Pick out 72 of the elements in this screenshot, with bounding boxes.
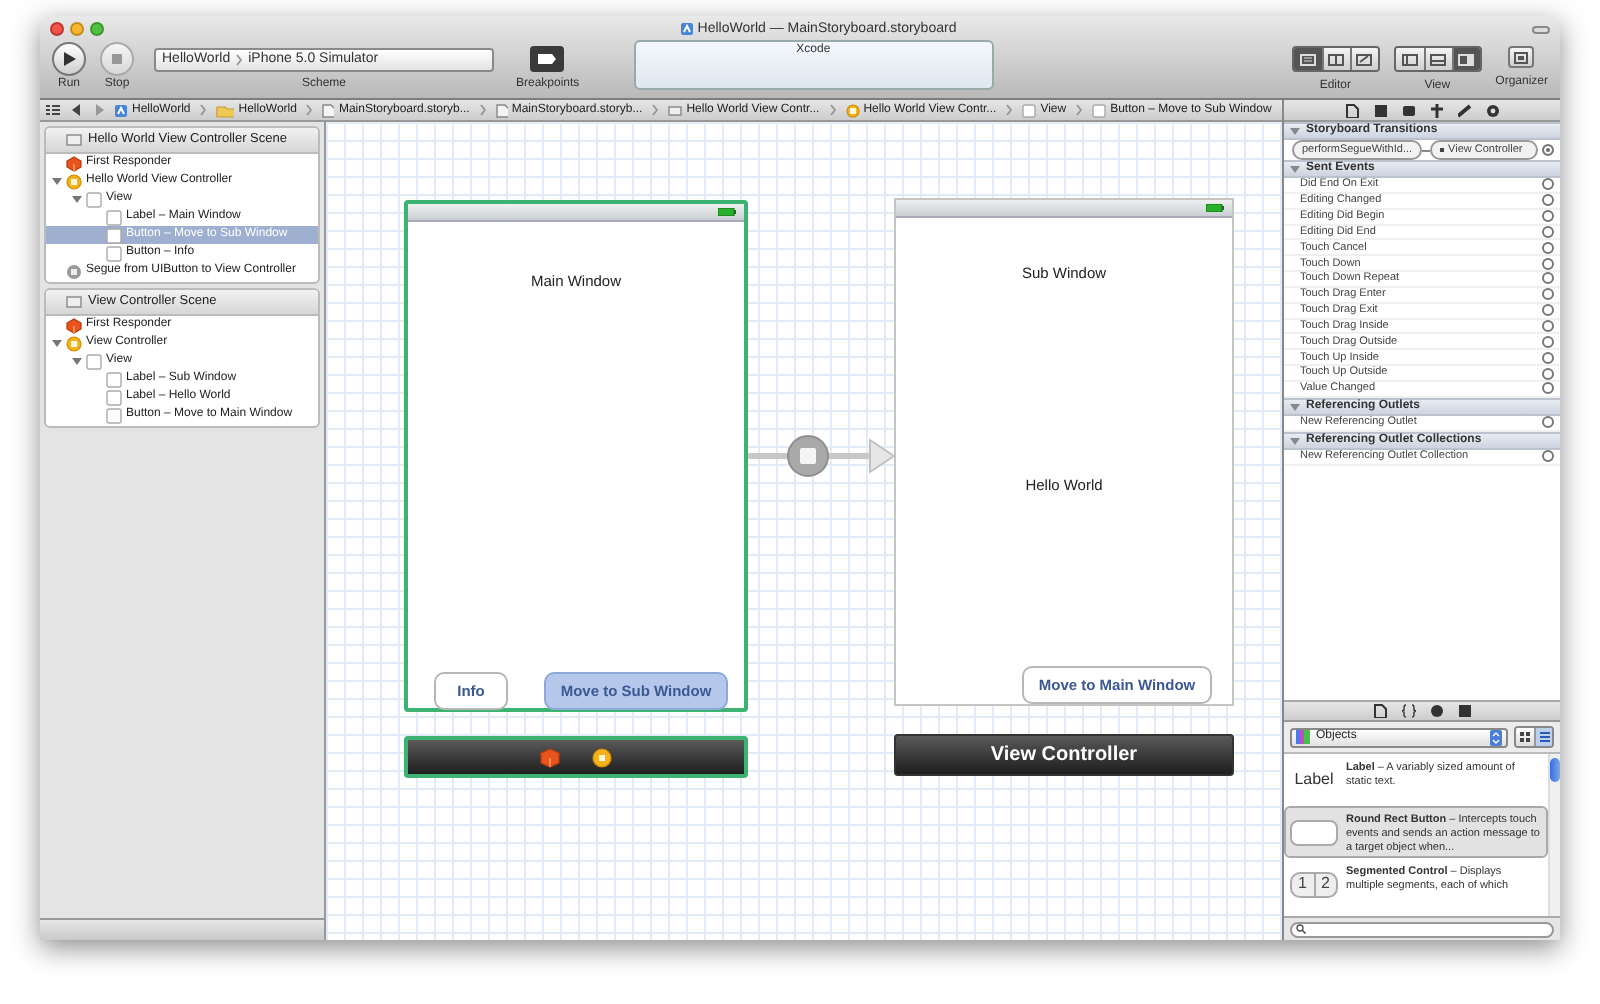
battery-icon <box>1206 204 1224 212</box>
colorful-grid-icon <box>1296 730 1310 744</box>
search-icon <box>1296 924 1306 934</box>
view-toggle-button[interactable] <box>1423 48 1452 70</box>
file-icon[interactable] <box>1373 704 1387 718</box>
square-icon <box>86 353 102 369</box>
battery-icon <box>718 208 736 216</box>
breakpoints-button[interactable] <box>530 46 565 72</box>
view-toggle-button[interactable] <box>1451 48 1480 70</box>
toolbar-toggle-button[interactable] <box>1532 25 1550 33</box>
disclosure-triangle-icon[interactable] <box>72 356 82 366</box>
file-icon[interactable] <box>1345 103 1359 117</box>
disc-icon <box>66 263 82 279</box>
stop-icon <box>112 54 122 64</box>
document-icon <box>495 103 508 117</box>
editor-mode-button[interactable] <box>1349 48 1378 70</box>
segment-number: 1 <box>1296 873 1309 895</box>
version-icon <box>1356 53 1373 65</box>
attributes-icon[interactable] <box>1429 103 1443 117</box>
square-icon <box>1022 103 1037 117</box>
button-preview <box>1290 819 1338 845</box>
organizer-button[interactable] <box>1508 46 1535 68</box>
ring-icon <box>66 335 82 351</box>
ring-icon <box>845 103 860 117</box>
view-mode-button[interactable] <box>1534 728 1552 746</box>
window-icon <box>668 103 683 117</box>
square-icon <box>86 191 102 207</box>
label-preview: Label <box>1294 768 1334 792</box>
editor-icon <box>1299 53 1316 65</box>
disclosure-triangle-icon <box>1290 126 1300 136</box>
list-icon <box>1539 732 1549 742</box>
app-icon <box>114 103 128 117</box>
panel-right-icon <box>1458 53 1475 65</box>
grid-icon <box>1520 732 1530 742</box>
close-button[interactable] <box>50 22 64 36</box>
braces-icon[interactable] <box>1401 704 1415 718</box>
document-icon <box>322 103 335 117</box>
run-button[interactable] <box>52 42 86 76</box>
disclosure-triangle-icon[interactable] <box>52 338 62 348</box>
panel-left-icon <box>1401 53 1418 65</box>
grid-icon[interactable] <box>46 104 60 116</box>
disclosure-triangle-icon <box>1290 164 1300 174</box>
play-icon <box>63 52 75 66</box>
minimize-button[interactable] <box>70 22 84 36</box>
dock-title: View Controller <box>990 742 1138 770</box>
window-icon <box>1514 51 1529 63</box>
ring-icon <box>592 747 612 767</box>
segment-number: 2 <box>1313 873 1336 895</box>
breakpoint-icon <box>538 54 557 64</box>
panel-bottom-icon <box>1430 53 1447 65</box>
square-icon <box>1092 103 1107 117</box>
disclosure-triangle-icon <box>1290 401 1300 412</box>
zoom-button[interactable] <box>90 22 104 36</box>
editor-mode-button[interactable] <box>1321 48 1350 70</box>
editor-mode-button[interactable] <box>1293 48 1322 70</box>
disclosure-triangle-icon[interactable] <box>52 176 62 186</box>
ring-icon <box>66 173 82 189</box>
window-icon <box>66 132 82 148</box>
stepper-icon <box>1490 729 1502 745</box>
assistant-icon <box>1328 53 1345 65</box>
view-mode-button[interactable] <box>1516 728 1534 746</box>
disclosure-triangle-icon <box>1290 435 1300 446</box>
scroll-thumb[interactable] <box>1550 758 1560 782</box>
segue-arrow[interactable] <box>748 434 894 478</box>
view-toggle-button[interactable] <box>1395 48 1424 70</box>
back-arrow-icon[interactable] <box>72 104 82 116</box>
search-field[interactable] <box>1290 921 1554 937</box>
stop-button[interactable] <box>100 42 134 76</box>
app-icon <box>679 22 694 36</box>
window-icon <box>66 294 82 310</box>
chevron-icon <box>236 54 243 66</box>
disclosure-triangle-icon[interactable] <box>72 194 82 204</box>
